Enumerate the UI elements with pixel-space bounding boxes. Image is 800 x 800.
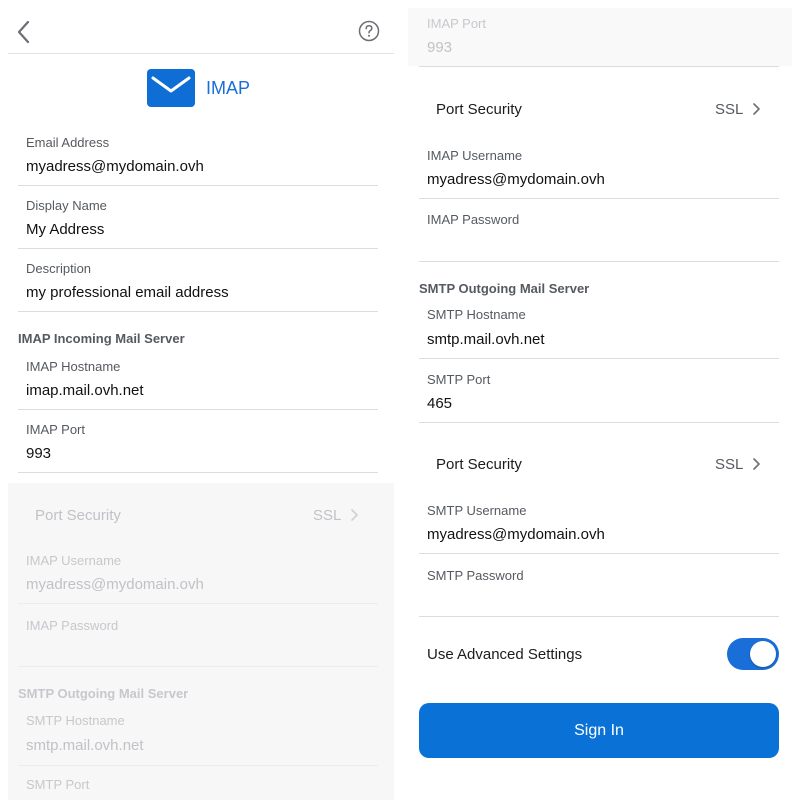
smtp-port-label: SMTP Port [427,372,491,387]
imap-username-label: IMAP Username [427,148,523,163]
divider [18,185,378,186]
smtp-port-security-value[interactable]: SSL [715,456,743,473]
divider [18,409,378,410]
smtp-port-security-label[interactable]: Port Security [436,456,522,473]
chevron-right-icon[interactable] [752,102,762,116]
imap-username-field[interactable]: myadress@mydomain.ovh [427,171,605,188]
divider [18,311,378,312]
divider [419,553,779,554]
chevron-right-icon [351,509,358,521]
advanced-settings-label: Use Advanced Settings [427,646,583,663]
divider [18,765,378,766]
smtp-hostname-field[interactable]: smtp.mail.ovh.net [427,331,545,348]
imap-username-label: IMAP Username [26,553,122,568]
smtp-password-label: SMTP Password [427,568,524,583]
imap-port-label: IMAP Port [427,16,487,31]
divider [419,422,779,423]
imap-port-field[interactable]: 993 [26,445,51,462]
imap-hostname-field[interactable]: imap.mail.ovh.net [26,382,144,399]
imap-password-label: IMAP Password [427,212,520,227]
divider [18,472,378,473]
smtp-hostname-field[interactable]: smtp.mail.ovh.net [26,737,144,754]
advanced-settings-toggle[interactable] [727,638,779,670]
toggle-knob [750,641,776,667]
display-name-field[interactable]: My Address [26,221,104,238]
divider [18,666,378,667]
mail-envelope-icon [147,69,195,107]
header-divider [8,53,394,54]
smtp-section-header: SMTP Outgoing Mail Server [419,281,590,296]
email-label: Email Address [26,135,110,150]
description-field[interactable]: my professional email address [26,284,229,301]
description-label: Description [26,261,92,276]
imap-password-field[interactable] [427,232,767,254]
divider [419,66,779,67]
imap-password-label: IMAP Password [26,618,119,633]
imap-port-security-value[interactable]: SSL [715,101,743,118]
smtp-hostname-label: SMTP Hostname [26,713,125,728]
smtp-password-field[interactable] [427,588,767,610]
smtp-section-header: SMTP Outgoing Mail Server [18,686,189,701]
imap-port-field[interactable]: 993 [427,39,452,56]
left-screen: IMAP Email Address myadress@mydomain.ovh… [0,0,400,800]
imap-port-security-label[interactable]: Port Security [436,101,522,118]
smtp-username-field[interactable]: myadress@mydomain.ovh [427,526,605,543]
chevron-right-icon[interactable] [752,457,762,471]
question-circle-icon[interactable] [358,20,380,42]
imap-port-security-value: SSL [313,507,342,524]
display-name-label: Display Name [26,198,107,213]
smtp-username-label: SMTP Username [427,503,527,518]
imap-section-header: IMAP Incoming Mail Server [18,331,185,346]
sign-in-button[interactable]: Sign In [419,703,779,758]
imap-username-field[interactable]: myadress@mydomain.ovh [26,576,204,593]
divider [419,261,779,262]
imap-port-label: IMAP Port [26,422,86,437]
chevron-left-icon[interactable] [12,18,36,46]
divider [18,603,378,604]
divider [419,198,779,199]
divider [419,358,779,359]
smtp-hostname-label: SMTP Hostname [427,307,526,322]
imap-hostname-label: IMAP Hostname [26,359,121,374]
page-title: IMAP [206,78,251,98]
smtp-port-label: SMTP Port [26,777,90,792]
right-screen: IMAP Port 993 Port Security SSL IMAP Use… [400,0,800,800]
divider [419,616,779,617]
divider [18,248,378,249]
smtp-port-field[interactable]: 465 [427,395,452,412]
email-field[interactable]: myadress@mydomain.ovh [26,158,204,175]
imap-port-security-label: Port Security [35,507,121,524]
